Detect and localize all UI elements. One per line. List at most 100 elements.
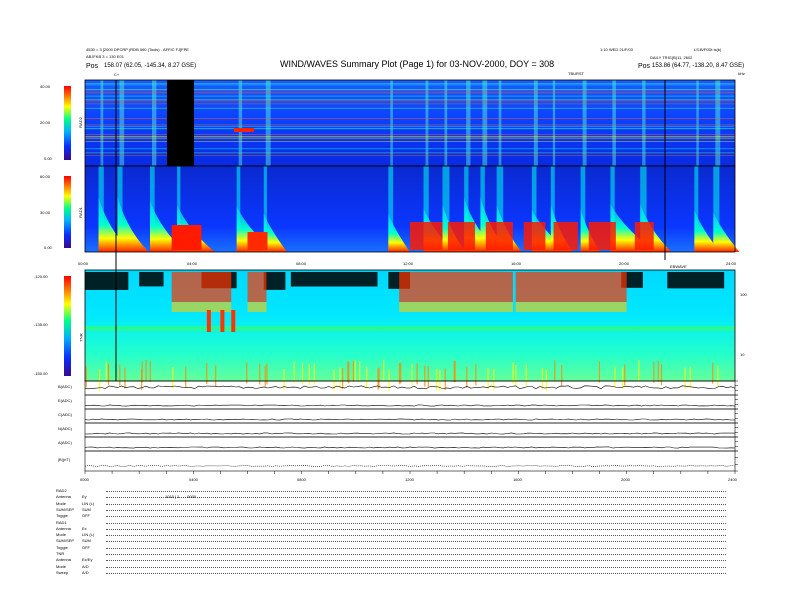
line-panel-label-2: C(ADC) xyxy=(58,412,72,417)
status-key: Antenna xyxy=(56,557,71,563)
tnr-dark-band xyxy=(667,272,725,289)
status-key: Mode xyxy=(56,500,67,506)
line-panel-trace xyxy=(84,432,736,435)
bottom-time-tick-0: 0000 xyxy=(80,477,89,482)
status-row: Antenna Ex xyxy=(56,526,736,531)
bottom-time-tick-4: 1600 xyxy=(513,477,522,482)
tnr-noise-spike xyxy=(354,360,356,382)
tnr-noise-spike xyxy=(119,364,121,386)
rad1-intense-patch xyxy=(588,222,616,250)
rad1-intense-patch xyxy=(485,222,513,250)
status-row: Mode A/D xyxy=(56,564,736,569)
status-dots xyxy=(106,501,726,505)
tnr-noise-spike xyxy=(259,363,261,385)
rad1-intense-patch xyxy=(523,222,546,250)
bottom-time-tick-2: 0800 xyxy=(297,477,306,482)
tnr-dark-band xyxy=(290,272,378,287)
line-panel-frame xyxy=(84,408,736,424)
rad1-intense-patch xyxy=(553,222,578,250)
tnr-burst-patch xyxy=(399,272,513,302)
tnr-noise-spike xyxy=(545,369,548,391)
line-panel-trace xyxy=(84,465,736,467)
tnr-noise-spike xyxy=(383,360,385,382)
status-dots xyxy=(106,551,726,555)
status-value: Ex/Ey xyxy=(82,557,93,563)
rad1-intense-patch xyxy=(634,222,654,250)
tnr-dark-band xyxy=(85,272,129,290)
tnr-noise-spike xyxy=(684,367,686,389)
tnr-noise-spike xyxy=(689,367,691,389)
tnr-noise-spike xyxy=(85,366,87,388)
status-row: Antenna Ey xyxy=(56,494,736,499)
tnr-noise-spike xyxy=(453,361,455,383)
status-row: RAD2 xyxy=(56,488,736,493)
tnr-spike xyxy=(220,310,225,332)
status-key: SUM/SEP xyxy=(56,506,75,512)
time-tick-3: 12:00 xyxy=(403,261,414,266)
tnr-noise-spike xyxy=(525,364,527,386)
status-row: RAD1 xyxy=(56,520,736,525)
tnr-plasma-line xyxy=(85,326,735,331)
tnr-noise-spike xyxy=(105,361,107,383)
status-dots xyxy=(106,494,726,499)
tnr-noise-spike xyxy=(141,368,143,390)
tnr-noise-spike xyxy=(149,360,151,382)
status-key: Sweep xyxy=(56,569,69,575)
status-key: RAD2 xyxy=(56,488,67,493)
line-panel-trace xyxy=(84,404,736,407)
status-dots xyxy=(106,526,726,530)
tnr-spike xyxy=(231,310,236,332)
time-tick-6: 24:00 xyxy=(726,261,737,266)
time-tick-2: 08:00 xyxy=(296,261,307,266)
line-panel-frame xyxy=(84,422,736,438)
rad1-intense-patch xyxy=(410,222,443,250)
tnr-right-tick-10: 10 xyxy=(740,352,745,357)
tnr-burst-fringe xyxy=(247,302,267,312)
rad1-intense-patch xyxy=(247,232,268,250)
time-tick-1: 04:00 xyxy=(187,261,198,266)
tnr-burst-fringe xyxy=(515,302,627,312)
tnr-noise-spike xyxy=(515,364,517,386)
tnr-noise-spike xyxy=(653,361,655,383)
status-dots xyxy=(106,488,726,492)
line-panel-label-1: E(ADC) xyxy=(58,398,72,403)
tnr-noise-spike xyxy=(424,365,426,387)
line-panel-frame xyxy=(84,436,736,452)
status-value: A/D xyxy=(82,569,89,575)
tnr-noise-spike xyxy=(541,367,544,389)
status-row: Mode LIN (L) xyxy=(56,532,736,537)
status-dots xyxy=(106,545,726,549)
status-key: Toggle xyxy=(56,513,68,519)
tnr-noise-spike xyxy=(388,369,390,391)
tnr-noise-spike xyxy=(638,360,640,382)
tnr-noise-spike xyxy=(466,366,468,388)
line-panel-label-0: B(ADC) xyxy=(58,384,72,389)
status-key: Mode xyxy=(56,563,67,569)
tnr-noise-spike xyxy=(624,364,626,386)
tnr-noise-spike xyxy=(366,366,368,388)
tnr-noise-spike xyxy=(359,361,361,383)
status-value: OFF xyxy=(82,544,90,550)
tnr-noise-spike xyxy=(717,365,719,387)
status-mid-text: 1015 | 1 . . . 0000 . xyxy=(165,494,199,499)
tnr-noise-spike xyxy=(264,365,266,387)
tnr-noise-spike xyxy=(427,366,429,388)
status-dots xyxy=(106,513,726,518)
status-row: Toggle OFF xyxy=(56,513,736,518)
tnr-noise-spike xyxy=(660,364,663,386)
status-value: A/D xyxy=(82,563,89,569)
status-value: LIN (L) xyxy=(82,532,95,538)
status-dots xyxy=(106,520,726,524)
tnr-noise-spike xyxy=(293,361,295,383)
tnr-noise-spike xyxy=(614,366,616,388)
line-panel-label-5: |B|(nT) xyxy=(58,457,71,462)
status-key: SUM/SEP xyxy=(56,538,75,544)
tnr-noise-spike xyxy=(172,367,174,389)
status-value: Ex xyxy=(82,525,87,531)
tnr-noise-spike xyxy=(107,363,110,385)
line-panels xyxy=(84,380,738,474)
line-panel-label-3: N(ADC) xyxy=(58,426,72,431)
status-key: TNR xyxy=(56,551,65,556)
status-dots xyxy=(106,507,726,511)
tnr-noise-spike xyxy=(411,364,413,386)
